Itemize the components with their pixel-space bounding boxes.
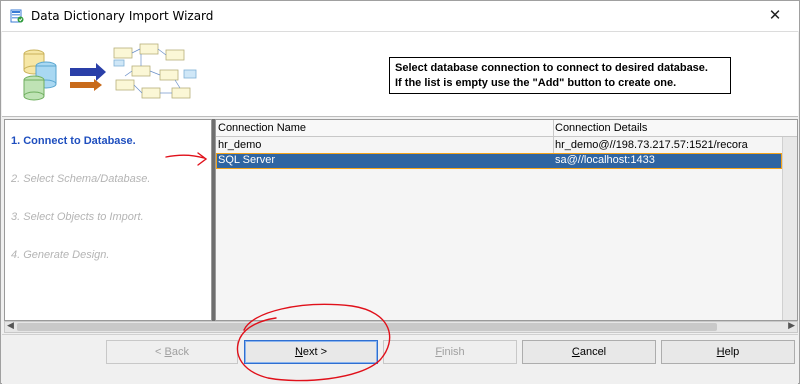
connection-name-cell: hr_demo [218,139,262,151]
help-label: elp [724,346,740,358]
vertical-scrollbar[interactable] [782,137,797,320]
step-connect-to-database[interactable]: 1. Connect to Database. [11,135,136,147]
table-row[interactable]: hr_demo hr_demo@//198.73.217.57:1521/rec… [216,138,782,154]
scroll-left-icon[interactable]: ◀ [7,320,14,331]
column-header-connection-name[interactable]: Connection Name [218,122,306,134]
table-row[interactable]: SQL Server sa@//localhost:1433 [216,153,782,169]
instruction-box: Select database connection to connect to… [389,57,731,94]
scrollbar-thumb[interactable] [17,323,717,331]
instruction-line-1: Select database connection to connect to… [395,62,708,74]
wizard-steps-panel: 1. Connect to Database. 2. Select Schema… [4,119,212,321]
back-mnemonic: B [164,346,172,358]
help-mnemonic: H [716,346,725,358]
column-header-connection-details[interactable]: Connection Details [555,122,647,134]
step-select-objects: 3. Select Objects to Import. [11,211,144,223]
step-select-schema: 2. Select Schema/Database. [11,173,151,185]
wizard-window: Data Dictionary Import Wizard ✕ Select d… [0,0,800,384]
finish-label: inish [442,346,465,358]
close-icon[interactable]: ✕ [755,3,795,29]
import-banner-graphic [23,43,197,101]
connection-name-cell: SQL Server [218,154,276,166]
table-header: Connection Name Connection Details [216,120,797,137]
connection-details-cell: sa@//localhost:1433 [555,154,655,166]
title-bar[interactable]: Data Dictionary Import Wizard ✕ [1,1,799,31]
window-title: Data Dictionary Import Wizard [31,9,214,23]
back-prefix: < [155,346,165,358]
help-button[interactable]: Help [661,340,795,364]
connections-table: Connection Name Connection Details hr_de… [215,119,798,321]
step-generate-design: 4. Generate Design. [11,249,110,261]
next-mnemonic: N [294,346,303,358]
wizard-header: Select database connection to connect to… [2,31,798,117]
back-button[interactable]: < Back [106,340,238,364]
horizontal-scrollbar[interactable]: ◀ ▶ [4,320,798,333]
scroll-right-icon[interactable]: ▶ [788,320,795,331]
cancel-label: ancel [579,346,607,358]
connection-details-cell: hr_demo@//198.73.217.57:1521/recora [555,139,748,151]
instruction-line-2: If the list is empty use the "Add" butto… [395,77,677,89]
next-button[interactable]: Next > [244,340,378,364]
wizard-button-bar: < Back Next > Finish Cancel Help [2,334,798,384]
column-divider[interactable] [553,120,554,137]
cancel-mnemonic: C [571,346,580,358]
back-label: ack [171,346,189,358]
finish-button[interactable]: Finish [383,340,517,364]
wizard-app-icon [10,9,24,23]
next-label: ext > [302,346,328,358]
cancel-button[interactable]: Cancel [522,340,656,364]
